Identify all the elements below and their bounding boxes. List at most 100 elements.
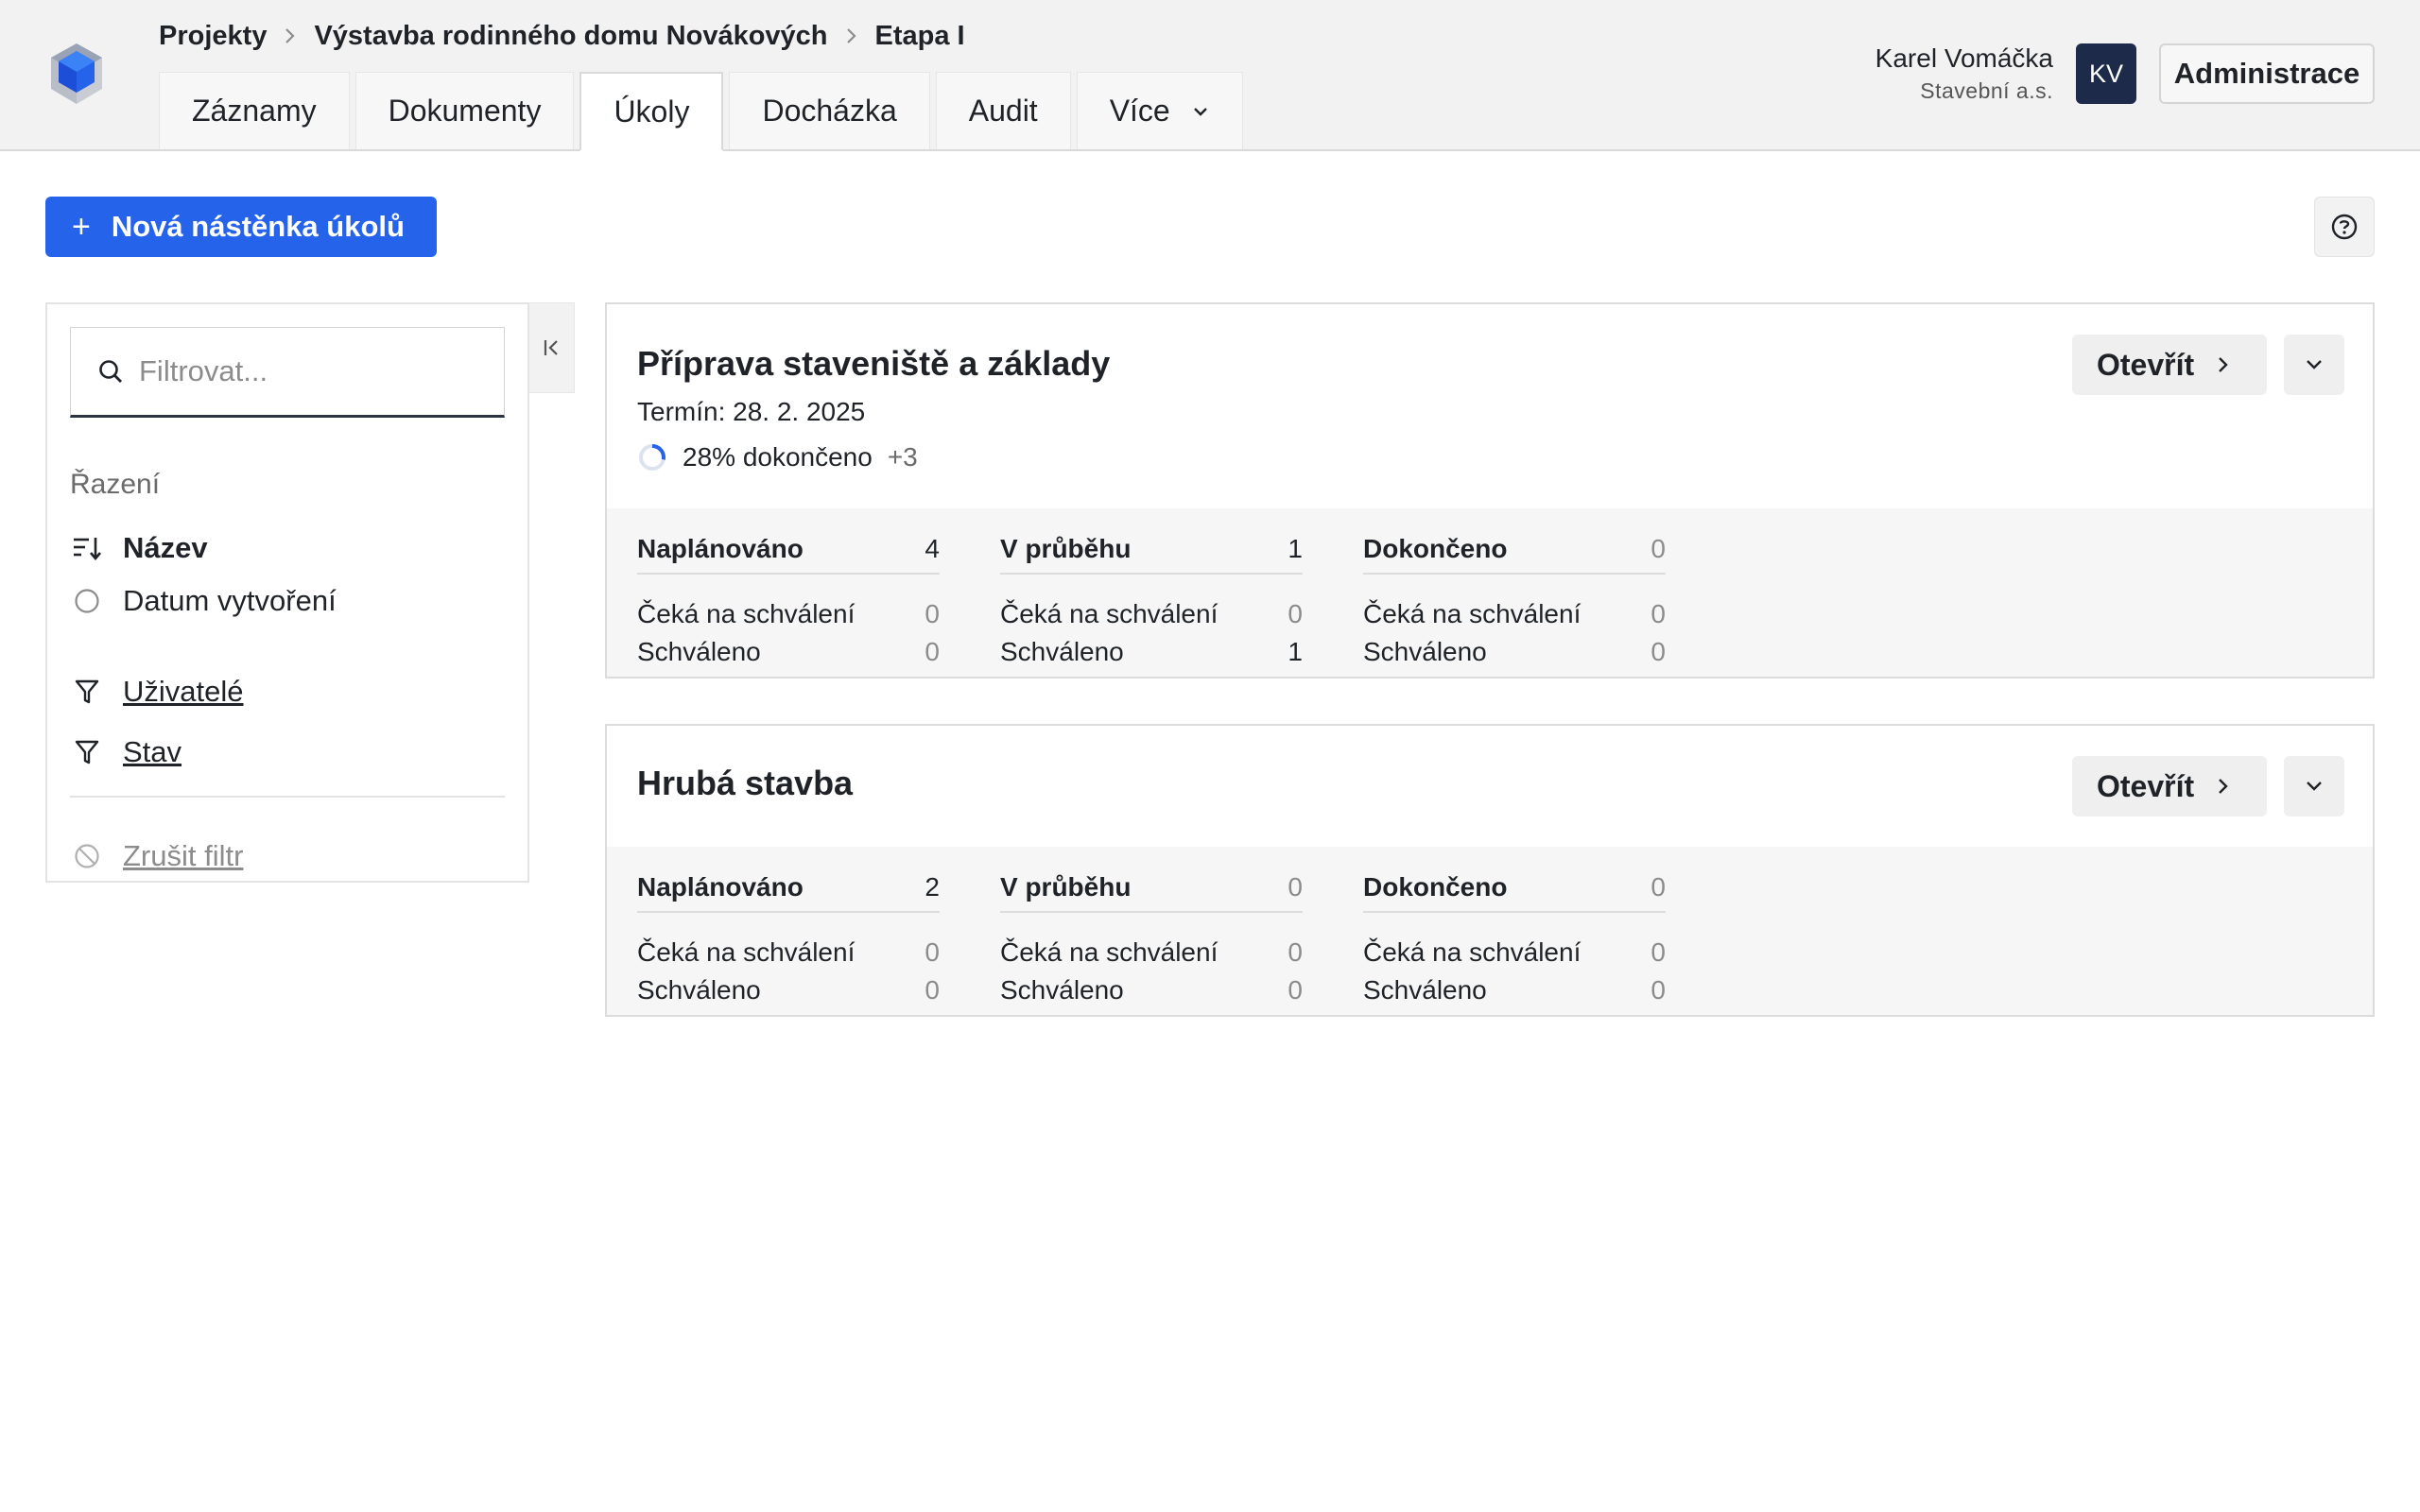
breadcrumb-item-stage[interactable]: Etapa I <box>875 21 965 52</box>
breadcrumb-item-projects[interactable]: Projekty <box>159 21 267 52</box>
status-name: Dokončeno <box>1363 872 1508 902</box>
status-column-in-progress: V průběhu 1 Čeká na schválení 0 Schváleno 1 <box>1000 525 1303 667</box>
status-count: 4 <box>925 534 940 563</box>
tab-label: Úkoly <box>614 94 690 129</box>
user-info: Karel Vomáčka Stavební a.s. <box>1876 42 2053 106</box>
tab-records[interactable]: Záznamy <box>159 72 350 149</box>
breadcrumb-item-project[interactable]: Výstavba rodinného domu Novákových <box>314 21 827 52</box>
app-logo-icon[interactable] <box>47 42 106 108</box>
tab-label: Dokumenty <box>388 94 542 128</box>
radio-empty-icon <box>70 588 104 614</box>
filter-users[interactable]: Uživatelé <box>70 671 244 713</box>
board-title[interactable]: Příprava staveniště a základy <box>637 344 1110 384</box>
sort-heading: Řazení <box>70 469 161 500</box>
tab-audit[interactable]: Audit <box>935 72 1071 149</box>
filter-sidebar: Filtrovat... Řazení Název Datum vytvořen… <box>45 302 529 883</box>
approved-count: 0 <box>1288 975 1303 1005</box>
waiting-label: Čeká na schválení <box>1000 599 1219 628</box>
plus-icon: + <box>72 209 91 245</box>
tab-more[interactable]: Více <box>1076 72 1243 149</box>
waiting-count: 0 <box>925 937 940 967</box>
progress-extra-count: +3 <box>887 442 918 472</box>
approved-count: 0 <box>1651 975 1666 1005</box>
task-board-card: Hrubá stavba Otevřít Naplánováno 2 Čeká n… <box>605 724 2375 1017</box>
filter-label: Uživatelé <box>123 675 244 708</box>
waiting-count: 0 <box>925 599 940 628</box>
chevron-right-icon <box>845 26 858 45</box>
task-board-card: Příprava staveniště a základy Termín: 28… <box>605 302 2375 679</box>
tab-label: Docházka <box>762 94 897 128</box>
new-task-board-label: Nová nástěnka úkolů <box>111 210 405 243</box>
waiting-count: 0 <box>1651 599 1666 628</box>
board-options-button[interactable] <box>2284 756 2344 816</box>
user-name: Karel Vomáčka <box>1875 43 2053 73</box>
status-name: V průběhu <box>1000 872 1132 902</box>
clear-filter-button[interactable]: Zrušit filtr <box>70 835 243 877</box>
app-header: Projekty Výstavba rodinného domu Novákov… <box>0 0 2420 151</box>
tab-documents[interactable]: Dokumenty <box>354 72 575 149</box>
sort-option-created[interactable]: Datum vytvoření <box>70 580 337 622</box>
tab-label: Audit <box>968 94 1038 128</box>
ban-icon <box>70 843 104 869</box>
sort-option-label: Název <box>123 531 208 564</box>
open-board-button[interactable]: Otevřít <box>2072 756 2267 816</box>
tab-label: Více <box>1109 94 1170 128</box>
waiting-label: Čeká na schválení <box>1000 937 1219 967</box>
board-deadline: Termín: 28. 2. 2025 <box>637 397 866 426</box>
avatar[interactable]: KV <box>2076 43 2136 104</box>
open-board-button[interactable]: Otevřít <box>2072 335 2267 395</box>
tab-attendance[interactable]: Docházka <box>729 72 930 149</box>
filter-placeholder: Filtrovat... <box>139 354 268 387</box>
status-count: 2 <box>925 872 940 902</box>
administration-button[interactable]: Administrace <box>2159 43 2375 104</box>
help-icon <box>2330 213 2359 241</box>
status-count: 0 <box>1651 534 1666 563</box>
collapse-left-icon <box>543 337 562 358</box>
tab-tasks[interactable]: Úkoly <box>579 72 724 151</box>
board-options-button[interactable] <box>2284 335 2344 395</box>
board-status-summary: Naplánováno 2 Čeká na schválení 0 Schválen… <box>607 847 2373 1015</box>
search-icon <box>97 358 124 385</box>
chevron-right-icon <box>2217 776 2230 797</box>
chevron-right-icon <box>2217 354 2230 375</box>
main-tabs: Záznamy Dokumenty Úkoly Docházka Audit V… <box>159 72 1243 151</box>
open-board-label: Otevřít <box>2097 347 2195 382</box>
approved-label: Schváleno <box>1000 637 1124 666</box>
status-name: V průběhu <box>1000 534 1132 563</box>
chevron-down-icon <box>1191 105 1210 118</box>
waiting-count: 0 <box>1288 937 1303 967</box>
approved-count: 0 <box>925 975 940 1005</box>
board-progress: 28% dokončeno +3 <box>637 442 918 472</box>
help-button[interactable] <box>2314 197 2375 257</box>
status-column-done: Dokončeno 0 Čeká na schválení 0 Schváleno 0 <box>1363 864 1666 1005</box>
progress-label: 28% dokončeno <box>683 442 873 472</box>
sort-option-label: Datum vytvoření <box>123 584 337 617</box>
waiting-count: 0 <box>1288 599 1303 628</box>
new-task-board-button[interactable]: + Nová nástěnka úkolů <box>45 197 437 257</box>
approved-label: Schváleno <box>1363 975 1487 1005</box>
waiting-label: Čeká na schválení <box>1363 599 1582 628</box>
filter-label: Stav <box>123 735 182 768</box>
approved-label: Schváleno <box>1363 637 1487 666</box>
progress-ring-icon <box>637 442 667 472</box>
collapse-sidebar-button[interactable] <box>529 302 575 393</box>
waiting-count: 0 <box>1651 937 1666 967</box>
chevron-down-icon <box>2304 358 2325 371</box>
approved-count: 1 <box>1288 637 1303 666</box>
waiting-label: Čeká na schválení <box>637 937 856 967</box>
approved-label: Schváleno <box>637 975 761 1005</box>
filter-input[interactable]: Filtrovat... <box>70 327 505 418</box>
board-status-summary: Naplánováno 4 Čeká na schválení 0 Schválen… <box>607 508 2373 677</box>
chevron-down-icon <box>2304 780 2325 793</box>
filter-status[interactable]: Stav <box>70 731 182 773</box>
status-column-in-progress: V průběhu 0 Čeká na schválení 0 Schváleno 0 <box>1000 864 1303 1005</box>
board-title[interactable]: Hrubá stavba <box>637 764 853 803</box>
waiting-label: Čeká na schválení <box>1363 937 1582 967</box>
funnel-icon <box>70 679 104 705</box>
approved-count: 0 <box>1651 637 1666 666</box>
open-board-label: Otevřít <box>2097 768 2195 803</box>
status-count: 0 <box>1288 872 1303 902</box>
sort-option-name[interactable]: Název <box>70 527 208 569</box>
approved-count: 0 <box>925 637 940 666</box>
status-count: 1 <box>1288 534 1303 563</box>
